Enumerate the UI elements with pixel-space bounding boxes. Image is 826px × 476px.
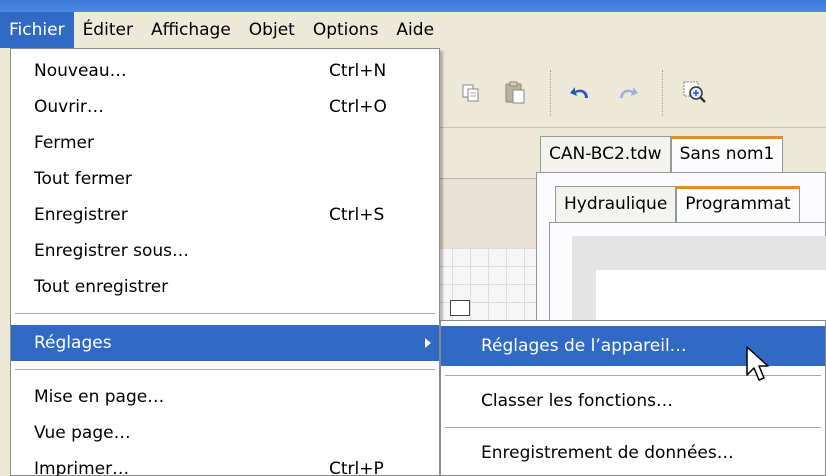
menu-fichier[interactable]: Fichier [0,12,74,48]
redo-icon[interactable] [610,76,644,110]
menu-item-tout-fermer[interactable]: Tout fermer [11,161,439,197]
menu-item-label: Enregistrer sous… [34,241,189,261]
menu-objet[interactable]: Objet [240,12,304,48]
menu-item-label: Tout enregistrer [34,277,169,297]
view-tabs: Hydraulique Programmat [555,186,800,222]
menu-item-label: Fermer [34,133,95,153]
menu-item-shortcut: Ctrl+P [329,459,384,476]
menu-item-ouvrir[interactable]: Ouvrir… Ctrl+O [11,89,439,125]
menu-item-label: Classer les fonctions… [481,391,673,411]
menu-item-label: Nouveau… [34,61,127,81]
tab-programmation[interactable]: Programmat [676,186,800,222]
menu-item-label: Tout fermer [34,169,132,189]
menu-item-label: Imprimer… [34,459,130,476]
menubar: Fichier Éditer Affichage Objet Options A… [0,12,826,48]
menu-separator [15,369,435,370]
menu-item-label: Réglages de l’appareil… [481,336,687,356]
menu-item-shortcut: Ctrl+O [329,97,387,117]
undo-icon[interactable] [564,76,598,110]
menu-item-fermer[interactable]: Fermer [11,125,439,161]
menu-separator [445,427,821,428]
menu-affichage[interactable]: Affichage [142,12,240,48]
menu-item-imprimer[interactable]: Imprimer… Ctrl+P [11,451,439,476]
menu-item-mise-en-page[interactable]: Mise en page… [11,379,439,415]
submenu-item-classer-fonctions[interactable]: Classer les fonctions… [441,381,825,421]
menu-item-enregistrer[interactable]: Enregistrer Ctrl+S [11,197,439,233]
menu-separator [15,313,435,314]
menu-item-vue-page[interactable]: Vue page… [11,415,439,451]
menu-item-label: Enregistrer [34,205,128,225]
toolbar [430,58,826,128]
menu-item-label: Mise en page… [34,387,165,407]
diagram-block[interactable] [450,300,470,316]
toolbar-separator [550,70,552,116]
tab-can-bc2[interactable]: CAN-BC2.tdw [540,136,671,172]
toolbar-separator [662,70,664,116]
tab-hydraulique[interactable]: Hydraulique [555,186,677,222]
zoom-icon[interactable] [678,76,712,110]
tab-sans-nom1[interactable]: Sans nom1 [670,136,784,172]
menu-item-enregistrer-sous[interactable]: Enregistrer sous… [11,233,439,269]
window-title-strip [0,0,826,12]
file-menu: Nouveau… Ctrl+N Ouvrir… Ctrl+O Fermer To… [10,48,440,476]
menu-item-shortcut: Ctrl+S [329,205,385,225]
menu-editer[interactable]: Éditer [74,12,142,48]
menu-aide[interactable]: Aide [387,12,443,48]
paste-icon[interactable] [498,76,532,110]
submenu-arrow-icon [425,338,431,348]
menu-item-label: Ouvrir… [34,97,104,117]
mouse-cursor-icon [746,346,769,381]
menu-item-nouveau[interactable]: Nouveau… Ctrl+N [11,53,439,89]
copy-icon[interactable] [454,76,488,110]
document-tabs: CAN-BC2.tdw Sans nom1 [540,136,784,172]
menu-item-label: Enregistrement de données… [481,443,734,463]
menu-item-label: Vue page… [34,423,131,443]
menu-item-label: Réglages [34,333,112,353]
menu-item-shortcut: Ctrl+N [329,61,387,81]
submenu-item-enregistrement-donnees[interactable]: Enregistrement de données… [441,433,825,473]
menu-item-reglages[interactable]: Réglages [11,325,439,361]
settings-submenu: Réglages de l’appareil… Classer les fonc… [440,320,826,476]
menu-item-tout-enregistrer[interactable]: Tout enregistrer [11,269,439,305]
menu-options[interactable]: Options [304,12,388,48]
